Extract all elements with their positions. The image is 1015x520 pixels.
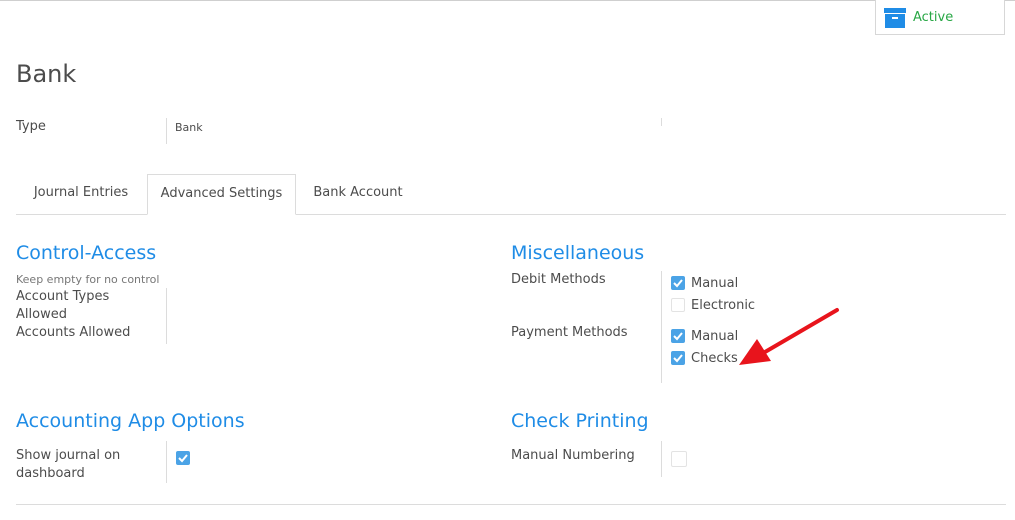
status-label: Active [913, 10, 954, 25]
manual-numbering-label: Manual Numbering [511, 448, 635, 463]
misc-separator [661, 271, 662, 383]
tab-journal-entries[interactable]: Journal Entries [16, 174, 146, 214]
debit-manual-checkbox[interactable] [671, 276, 685, 290]
payment-checks-label: Checks [691, 351, 738, 366]
debit-electronic-checkbox[interactable] [671, 298, 685, 312]
app-options-separator [166, 441, 167, 483]
check-icon [673, 279, 683, 288]
check-printing-title: Check Printing [511, 410, 649, 432]
top-border [0, 0, 1015, 1]
payment-manual-label: Manual [691, 329, 739, 344]
show-journal-checkbox[interactable] [176, 451, 190, 465]
debit-methods-label: Debit Methods [511, 272, 606, 287]
active-toggle-button[interactable]: Active [875, 0, 1005, 35]
page-title: Bank [16, 60, 77, 88]
control-access-separator [166, 288, 167, 344]
type-value[interactable]: Bank [175, 121, 203, 134]
control-access-hint: Keep empty for no control [16, 273, 160, 286]
notebook-tabs: Journal Entries Advanced Settings Bank A… [16, 174, 1006, 215]
check-icon [673, 332, 683, 341]
type-right-separator [661, 118, 662, 126]
debit-manual-label: Manual [691, 276, 739, 291]
manual-numbering-checkbox[interactable] [671, 451, 687, 467]
payment-manual-checkbox[interactable] [671, 329, 685, 343]
type-label: Type [16, 119, 46, 134]
archive-icon [884, 8, 906, 28]
payment-checks-checkbox[interactable] [671, 351, 685, 365]
check-icon [178, 454, 188, 463]
type-separator [166, 118, 167, 144]
control-access-title: Control-Access [16, 242, 157, 264]
check-printing-separator [661, 441, 662, 477]
app-options-title: Accounting App Options [16, 410, 245, 432]
payment-methods-label: Payment Methods [511, 325, 628, 340]
check-icon [673, 354, 683, 363]
tab-advanced-settings[interactable]: Advanced Settings [147, 174, 296, 215]
miscellaneous-title: Miscellaneous [511, 242, 645, 264]
tab-bank-account[interactable]: Bank Account [297, 174, 419, 214]
account-types-label: Account Types Allowed [16, 289, 110, 322]
show-journal-label: Show journal on dashboard [16, 448, 121, 481]
bottom-divider [16, 504, 1006, 505]
annotation-arrow-icon [739, 308, 839, 365]
accounts-allowed-label: Accounts Allowed [16, 325, 131, 340]
